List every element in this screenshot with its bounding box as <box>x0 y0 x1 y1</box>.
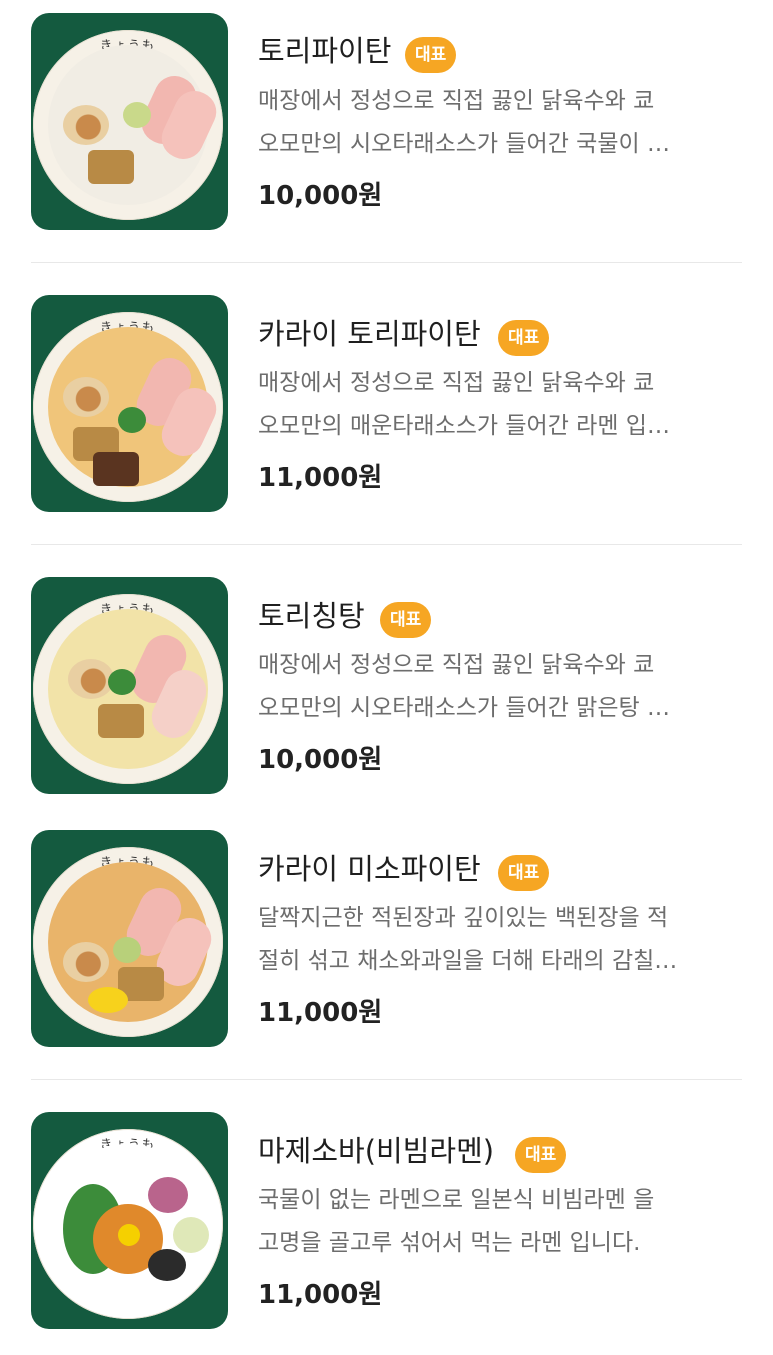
description-line: 절히 섞고 채소와과일을 더해 타래의 감칠… <box>258 948 678 974</box>
description-line: 오모만의 시오타래소스가 들어간 국물이 … <box>258 131 670 157</box>
bowl-image: きょうも <box>33 594 223 784</box>
menu-item-price: 11,000원 <box>258 463 383 493</box>
signature-badge: 대표 <box>498 320 550 356</box>
menu-item-price: 11,000원 <box>258 998 383 1028</box>
mazesoba-bowl-thumbnail: きょうも <box>31 1112 228 1329</box>
miso-ramen-bowl-thumbnail: きょうも <box>31 830 228 1047</box>
description-line: 고명을 골고루 섞어서 먹는 라멘 입니다. <box>258 1230 641 1256</box>
spicy-ramen-bowl-thumbnail: きょうも <box>31 295 228 512</box>
menu-item-description: 달짝지근한 적된장과 깊이있는 백된장을 적 절히 섞고 채소와과일을 더해 타… <box>258 897 748 983</box>
signature-badge: 대표 <box>405 37 457 73</box>
ramen-bowl-thumbnail: きょうも <box>31 13 228 230</box>
bowl-image: きょうも <box>33 312 223 502</box>
description-line: 오모만의 매운타래소스가 들어간 라멘 입… <box>258 413 670 439</box>
bowl-image: きょうも <box>33 30 223 220</box>
menu-item-description: 매장에서 정성으로 직접 끓인 닭육수와 쿄 오모만의 시오타래소스가 들어간 … <box>258 80 748 166</box>
signature-badge: 대표 <box>498 855 550 891</box>
menu-item-name: 카라이 토리파이탄 <box>258 317 481 351</box>
description-line: 매장에서 정성으로 직접 끓인 닭육수와 쿄 <box>258 652 655 678</box>
signature-badge: 대표 <box>515 1137 567 1173</box>
menu-item-description: 매장에서 정성으로 직접 끓인 닭육수와 쿄 오모만의 매운타래소스가 들어간 … <box>258 362 748 448</box>
divider <box>31 544 742 545</box>
menu-item-price: 10,000원 <box>258 745 383 775</box>
clear-ramen-bowl-thumbnail: きょうも <box>31 577 228 794</box>
description-line: 오모만의 시오타래소스가 들어간 맑은탕 … <box>258 695 670 721</box>
menu-item-description: 매장에서 정성으로 직접 끓인 닭육수와 쿄 오모만의 시오타래소스가 들어간 … <box>258 644 748 730</box>
divider <box>31 262 742 263</box>
description-line: 매장에서 정성으로 직접 끓인 닭육수와 쿄 <box>258 370 655 396</box>
description-line: 매장에서 정성으로 직접 끓인 닭육수와 쿄 <box>258 88 655 114</box>
menu-item-name: 카라이 미소파이탄 <box>258 852 481 886</box>
menu-item-price: 10,000원 <box>258 181 383 211</box>
menu-list: きょうも 토리파이탄 대표 매장에서 정성으로 직접 끓인 닭육수와 쿄 오모만… <box>0 0 773 1355</box>
bowl-image: きょうも <box>33 1129 223 1319</box>
bowl-image: きょうも <box>33 847 223 1037</box>
signature-badge: 대표 <box>380 602 432 638</box>
divider <box>31 1079 742 1080</box>
menu-item-description: 국물이 없는 라멘으로 일본식 비빔라멘 을 고명을 골고루 섞어서 먹는 라멘… <box>258 1179 748 1265</box>
menu-item-price: 11,000원 <box>258 1280 383 1310</box>
menu-item-name: 마제소바(비빔라멘) <box>258 1134 495 1168</box>
description-line: 국물이 없는 라멘으로 일본식 비빔라멘 을 <box>258 1187 655 1213</box>
description-line: 달짝지근한 적된장과 깊이있는 백된장을 적 <box>258 905 669 931</box>
menu-item-name: 토리파이탄 <box>258 34 392 68</box>
menu-item-name: 토리칭탕 <box>258 599 365 633</box>
